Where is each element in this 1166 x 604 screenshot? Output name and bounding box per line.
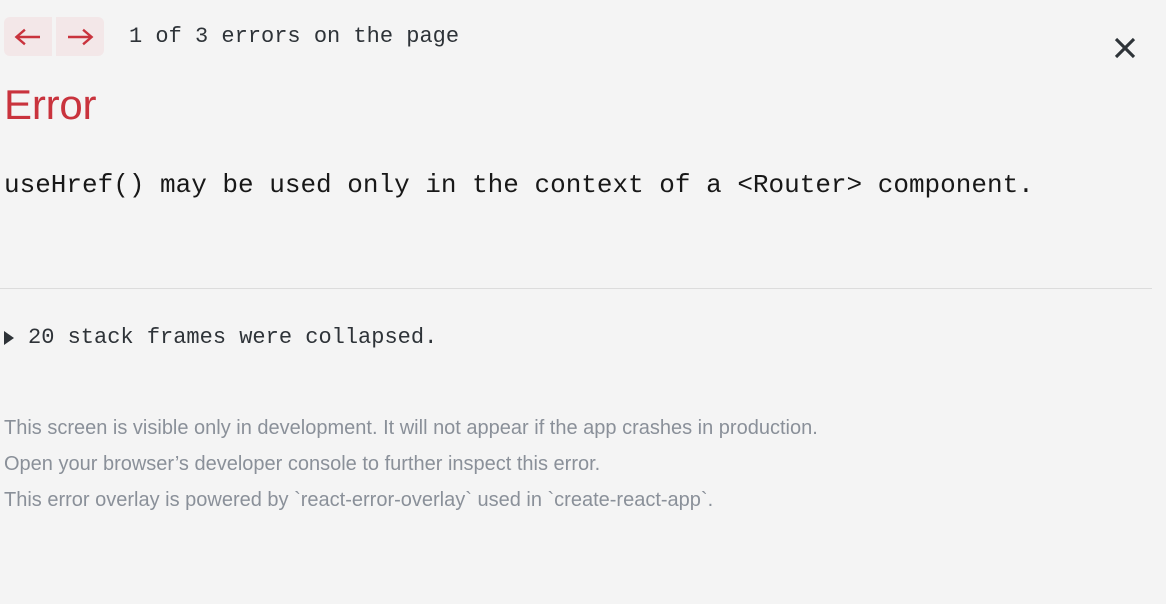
arrow-left-icon: [13, 28, 43, 46]
footer-line-development-notice: This screen is visible only in developme…: [4, 417, 818, 439]
error-navigation-group: [4, 17, 104, 56]
footer-line-powered-by: This error overlay is powered by `react-…: [4, 489, 714, 511]
error-message: useHref() may be used only in the contex…: [4, 170, 1034, 200]
next-error-button[interactable]: [56, 17, 104, 56]
footer-line-console-hint: Open your browser’s developer console to…: [4, 453, 601, 475]
close-overlay-button[interactable]: [1106, 29, 1144, 67]
section-divider: [0, 288, 1152, 289]
collapsed-stack-frames-label: 20 stack frames were collapsed.: [28, 325, 438, 350]
error-count-label: 1 of 3 errors on the page: [129, 24, 460, 49]
arrow-right-icon: [65, 28, 95, 46]
close-icon: [1112, 35, 1138, 61]
error-overlay: 1 of 3 errors on the page Error useHref(…: [0, 0, 1166, 604]
overlay-footer: This screen is visible only in developme…: [4, 410, 818, 518]
collapsed-stack-frames-toggle[interactable]: 20 stack frames were collapsed.: [4, 323, 437, 353]
previous-error-button[interactable]: [4, 17, 52, 56]
overlay-header: 1 of 3 errors on the page: [4, 17, 459, 56]
error-title: Error: [4, 81, 97, 128]
triangle-right-icon: [4, 331, 14, 345]
